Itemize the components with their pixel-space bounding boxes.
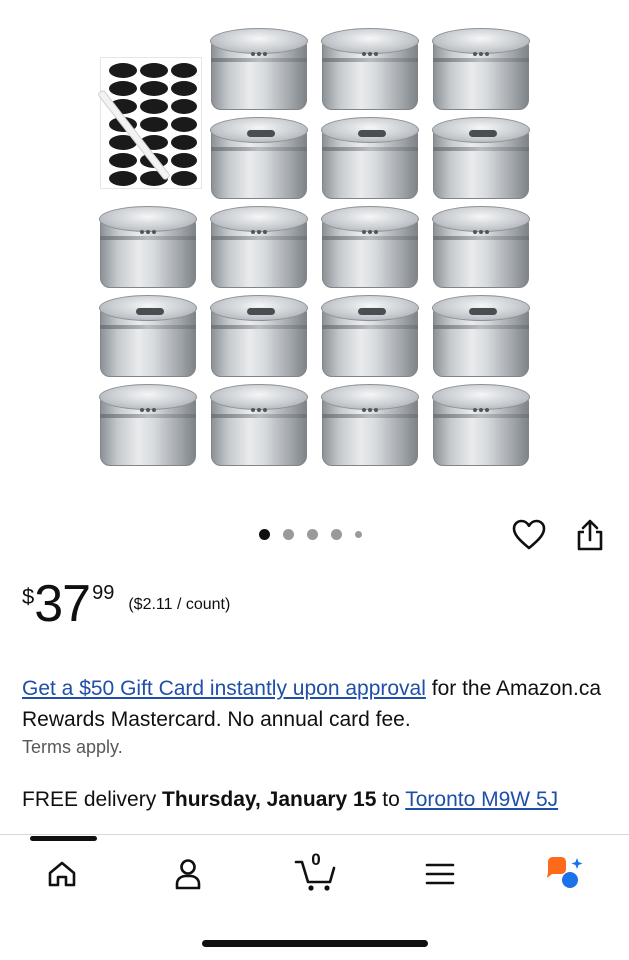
spice-tin: [210, 117, 308, 201]
heart-icon[interactable]: [512, 519, 546, 551]
carousel-dot[interactable]: [331, 529, 342, 540]
spice-tin: [210, 384, 308, 468]
chalkboard-labels-sheet: [100, 57, 202, 189]
spice-tin: [99, 295, 197, 379]
gift-card-offer-link[interactable]: Get a $50 Gift Card instantly upon appro…: [22, 677, 426, 700]
cart-count: 0: [311, 850, 321, 869]
nav-assistant[interactable]: [542, 856, 586, 892]
spice-tin: [432, 117, 530, 201]
carousel-dot[interactable]: [259, 529, 270, 540]
spice-tin: [321, 28, 419, 112]
spice-tin: [99, 384, 197, 468]
price: $ 37 99 ($2.11 / count): [22, 578, 230, 630]
spice-tin: [210, 28, 308, 112]
spice-tin: [321, 295, 419, 379]
unit-price: ($2.11 / count): [128, 596, 231, 613]
terms-apply: Terms apply.: [22, 737, 123, 757]
spice-tin: [321, 384, 419, 468]
spice-tin: [432, 28, 530, 112]
delivery-date: Thursday, January 15: [162, 788, 377, 811]
product-image[interactable]: [0, 0, 629, 500]
price-whole: 37: [34, 575, 91, 633]
spice-tin: [432, 206, 530, 290]
carousel-dot[interactable]: [283, 529, 294, 540]
spice-tin: [210, 206, 308, 290]
carousel-dot[interactable]: [307, 529, 318, 540]
delivery-info: FREE delivery Thursday, January 15 to To…: [22, 786, 622, 832]
image-carousel-dots[interactable]: [259, 529, 362, 540]
active-tab-indicator: [30, 836, 97, 841]
delivery-location-link[interactable]: Toronto M9W 5J: [405, 788, 558, 811]
share-icon[interactable]: [575, 518, 605, 552]
spice-tin: [99, 206, 197, 290]
delivery-middle: to: [376, 788, 406, 811]
promo-message: Get a $50 Gift Card instantly upon appro…: [22, 673, 612, 735]
spice-tin: [321, 117, 419, 201]
delivery-prefix: FREE delivery: [22, 788, 163, 811]
home-indicator: [202, 940, 428, 947]
person-icon: [175, 859, 201, 890]
ai-assistant-icon: [547, 857, 583, 888]
price-fraction: 99: [92, 582, 115, 604]
nav-menu[interactable]: [418, 856, 462, 892]
nav-cart[interactable]: 0: [292, 850, 340, 892]
nav-home[interactable]: [40, 856, 84, 892]
home-icon: [48, 861, 76, 887]
spice-tin: [432, 384, 530, 468]
price-currency: $: [22, 584, 35, 609]
nav-account[interactable]: [166, 856, 210, 892]
carousel-dot[interactable]: [355, 531, 362, 538]
hamburger-menu-icon: [425, 863, 455, 885]
spice-tin: [210, 295, 308, 379]
spice-tin: [432, 295, 530, 379]
spice-tin: [321, 206, 419, 290]
